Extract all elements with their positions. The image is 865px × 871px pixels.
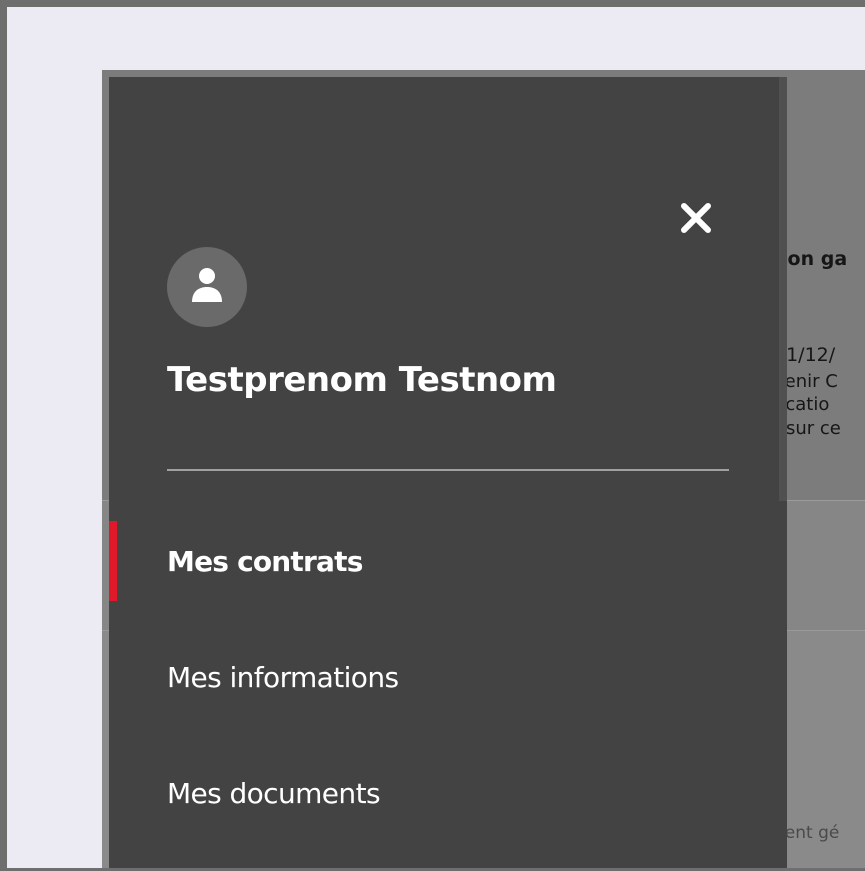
menu-item-mes-documents[interactable]: Mes documents	[109, 753, 787, 833]
close-icon	[678, 200, 714, 240]
menu-item-mes-informations[interactable]: Mes informations	[109, 637, 787, 717]
menu-divider	[167, 469, 729, 471]
side-menu-drawer: Testprenom Testnom Mes contrats Mes info…	[109, 77, 787, 868]
background-body-text: sur ce	[786, 418, 841, 439]
menu-item-label: Mes documents	[167, 776, 381, 810]
user-name: Testprenom Testnom	[167, 360, 557, 400]
menu-item-mes-contrats[interactable]: Mes contrats	[109, 521, 787, 601]
user-icon	[190, 266, 224, 308]
active-indicator	[109, 521, 117, 601]
browser-viewport: non ga 31/12/ venir C ficatio sur ce nen…	[0, 0, 865, 871]
menu-item-label: Mes informations	[167, 660, 399, 694]
avatar	[167, 247, 247, 327]
drawer-scroll-track	[779, 77, 787, 501]
close-menu-button[interactable]	[675, 199, 717, 241]
menu-item-label: Mes contrats	[167, 544, 363, 578]
